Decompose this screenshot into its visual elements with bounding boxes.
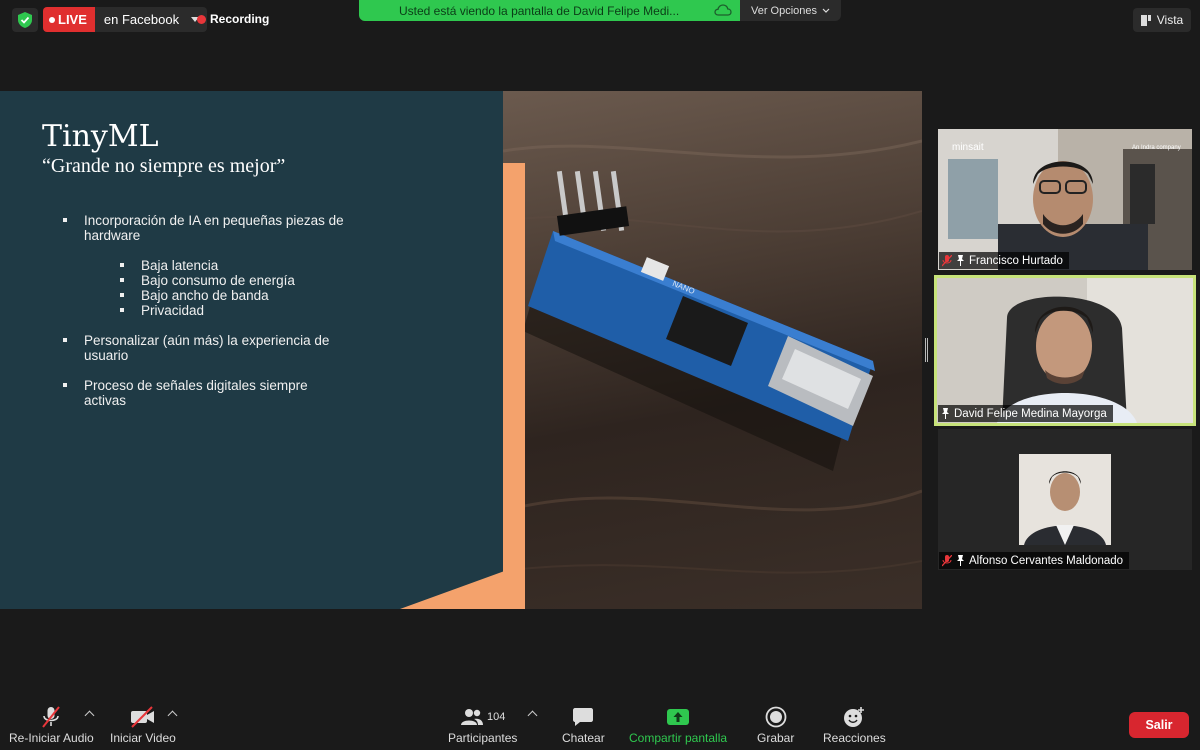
options-label: Ver Opciones xyxy=(750,4,818,17)
emoji-add-icon xyxy=(842,705,866,729)
bullet-text: Proceso de señales digitales siempre act… xyxy=(84,378,308,408)
live-destination-label: en Facebook xyxy=(103,12,180,27)
background-brand-subtext: An Indra company xyxy=(1132,145,1181,151)
participant-profile-photo xyxy=(938,429,1192,570)
recording-indicator[interactable]: Recording xyxy=(197,12,269,26)
mic-muted-icon xyxy=(942,554,952,566)
slide-text-panel: TinyML “Grande no siempre es mejor” Inco… xyxy=(0,91,503,609)
sub-bullet-item: Privacidad xyxy=(120,303,352,318)
mic-muted-icon xyxy=(942,254,952,266)
pin-icon xyxy=(942,408,949,419)
participant-video xyxy=(937,278,1193,423)
mic-muted-icon xyxy=(39,705,63,729)
share-screen-icon xyxy=(666,705,690,729)
video-label: Iniciar Video xyxy=(110,731,176,745)
bullet-item: Personalizar (aún más) la experiencia de… xyxy=(62,333,352,363)
pin-icon xyxy=(957,255,964,266)
participant-tile-active-speaker[interactable]: David Felipe Medina Mayorga xyxy=(934,275,1196,426)
slide-subtitle: “Grande no siempre es mejor” xyxy=(42,155,286,177)
pin-icon xyxy=(957,555,964,566)
cloud-icon xyxy=(714,4,732,16)
record-label: Grabar xyxy=(757,731,795,745)
security-shield-icon[interactable] xyxy=(12,8,38,32)
participant-tile[interactable]: Alfonso Cervantes Maldonado xyxy=(938,429,1192,570)
sub-bullet-item: Bajo ancho de banda xyxy=(120,288,352,303)
slide-title: TinyML xyxy=(42,119,159,154)
participant-name: David Felipe Medina Mayorga xyxy=(954,407,1107,420)
participants-button[interactable]: 104 Participantes xyxy=(448,705,517,745)
chat-bubble-icon xyxy=(572,705,594,729)
bullet-text: Incorporación de IA en pequeñas piezas d… xyxy=(84,213,344,243)
sub-bullet-item: Baja latencia xyxy=(120,258,352,273)
reactions-label: Reacciones xyxy=(823,731,886,745)
video-button[interactable]: Iniciar Video xyxy=(110,705,176,745)
slide-bullets: Incorporación de IA en pequeñas piezas d… xyxy=(62,213,352,423)
audio-label: Re-Iniciar Audio xyxy=(9,731,94,745)
background-brand-text: minsait xyxy=(952,142,984,153)
live-stream-control[interactable]: LIVE en Facebook xyxy=(43,7,208,32)
bullet-text: Personalizar (aún más) la experiencia de… xyxy=(84,333,330,363)
reactions-button[interactable]: Reacciones xyxy=(823,705,886,745)
layout-icon xyxy=(1140,14,1151,26)
sub-bullet-item: Bajo consumo de energía xyxy=(120,273,352,288)
chevron-up-icon xyxy=(527,710,538,721)
panel-resize-handle[interactable] xyxy=(925,338,929,362)
live-destination-dropdown[interactable]: en Facebook xyxy=(94,7,208,32)
recording-dot-icon xyxy=(197,14,206,24)
meeting-toolbar: Re-Iniciar Audio Iniciar Video 104 Parti… xyxy=(0,700,1200,750)
slide-accent-triangle xyxy=(400,569,510,609)
participant-nameplate: Alfonso Cervantes Maldonado xyxy=(939,552,1130,569)
live-label: LIVE xyxy=(58,12,87,27)
arduino-nano-photo: NANO xyxy=(503,91,922,609)
camera-off-icon xyxy=(129,705,157,729)
bullet-item: Incorporación de IA en pequeñas piezas d… xyxy=(62,213,352,318)
record-icon xyxy=(765,705,787,729)
live-badge: LIVE xyxy=(43,7,95,32)
share-banner-text: Usted está viendo la pantalla de David F… xyxy=(399,3,680,18)
chevron-down-icon xyxy=(822,8,830,13)
participant-name: Francisco Hurtado xyxy=(969,254,1063,267)
chat-button[interactable]: Chatear xyxy=(562,705,605,745)
record-button[interactable]: Grabar xyxy=(757,705,794,745)
leave-label: Salir xyxy=(1145,718,1173,732)
participant-name: Alfonso Cervantes Maldonado xyxy=(969,554,1124,567)
bullet-item: Proceso de señales digitales siempre act… xyxy=(62,378,352,408)
view-button[interactable]: Vista xyxy=(1133,8,1191,32)
participant-nameplate: David Felipe Medina Mayorga xyxy=(938,405,1113,422)
participant-nameplate: Francisco Hurtado xyxy=(939,252,1069,269)
leave-meeting-button[interactable]: Salir xyxy=(1129,712,1189,738)
participant-tile[interactable]: minsait An Indra company Francisco Hurta… xyxy=(938,129,1192,270)
participants-label: Participantes xyxy=(448,731,518,745)
recording-label: Recording xyxy=(210,12,270,26)
share-screen-button[interactable]: Compartir pantalla xyxy=(629,705,727,745)
chat-label: Chatear xyxy=(562,731,605,745)
live-dot-icon xyxy=(49,16,55,23)
participants-icon: 104 xyxy=(460,705,505,729)
sub-bullet-list: Baja latencia Bajo consumo de energía Ba… xyxy=(84,258,352,318)
view-options-button[interactable]: Ver Opciones xyxy=(740,0,841,21)
share-label: Compartir pantalla xyxy=(629,731,728,745)
slide-accent-bar xyxy=(503,163,525,609)
shared-screen: TinyML “Grande no siempre es mejor” Inco… xyxy=(0,91,922,609)
view-label: Vista xyxy=(1156,13,1184,27)
audio-button[interactable]: Re-Iniciar Audio xyxy=(9,705,94,745)
participants-count: 104 xyxy=(487,711,506,723)
zoom-meeting-window: LIVE en Facebook Recording Usted está vi… xyxy=(0,0,1200,750)
screen-share-banner: Usted está viendo la pantalla de David F… xyxy=(359,0,740,21)
